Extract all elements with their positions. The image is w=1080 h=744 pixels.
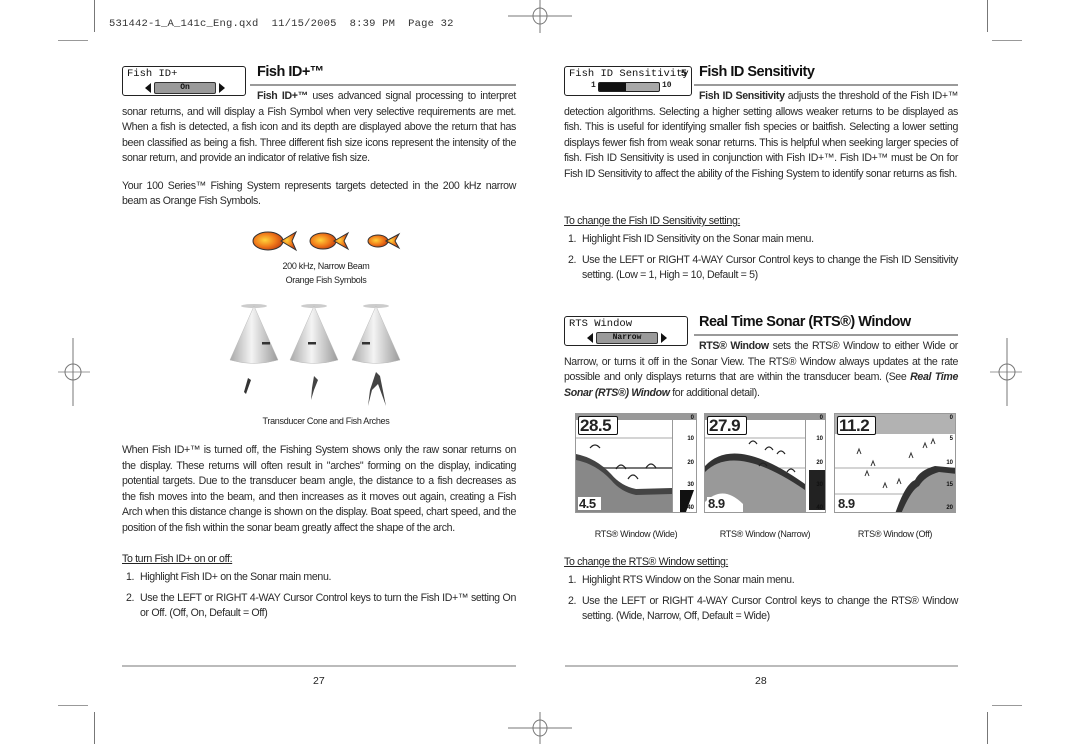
scale-tick: 0 xyxy=(819,415,823,421)
sonar-screen-off: 11.2 8.9 0 5 10 15 20 xyxy=(834,413,956,513)
procedure-title: To turn Fish ID+ on or off: xyxy=(122,553,233,565)
procedure-title: To change the RTS® Window setting: xyxy=(564,556,729,568)
speed-readout: 8.9 xyxy=(707,497,730,510)
transducer-cone-diagram xyxy=(229,304,401,406)
procedure-fish-id: To turn Fish ID+ on or off: 1. Highlight … xyxy=(122,553,516,621)
registration-mark-bottom xyxy=(508,712,572,744)
speed-readout: 4.5 xyxy=(578,497,601,510)
procedure-rts: To change the RTS® Window setting: 1. Hig… xyxy=(564,556,958,624)
heading-rule xyxy=(694,84,958,86)
fish-symbols-caption: 200 kHz, Narrow Beam Orange Fish Symbols xyxy=(282,261,370,285)
step-item: 1. Highlight Fish ID Sensitivity on the S… xyxy=(568,233,814,245)
fish-arch-paragraph: When Fish ID+™ is turned off, the Fishin… xyxy=(122,444,516,534)
menu-title: Fish ID Sensitivity xyxy=(569,68,689,80)
registration-mark-left xyxy=(58,338,90,406)
scale-tick: 30 xyxy=(687,482,694,488)
footer-rule xyxy=(565,665,958,667)
crop-mark xyxy=(987,0,988,32)
cone-caption: Transducer Cone and Fish Arches xyxy=(262,416,390,426)
slug-time: 8:39 PM xyxy=(349,18,396,30)
cone-2 xyxy=(289,304,339,400)
sonar-caption: RTS® Window (Off) xyxy=(857,529,933,539)
rts-intro: RTS® Window sets the RTS® Window to eith… xyxy=(564,340,958,399)
sonar-screen-narrow: 27.9 8.9 0 10 20 30 40 xyxy=(704,413,826,513)
sonar-caption: RTS® Window (Wide) xyxy=(594,529,678,539)
slug-filename: 531442-1_A_141c_Eng.qxd xyxy=(109,18,259,30)
scale-tick: 0 xyxy=(690,415,694,421)
scale-tick: 20 xyxy=(816,460,823,466)
depth-readout: 11.2 xyxy=(837,416,877,435)
crop-mark xyxy=(58,705,88,706)
crop-mark xyxy=(94,0,95,32)
cone-1 xyxy=(229,304,279,394)
menu-title: Fish ID+ xyxy=(127,68,178,80)
depth-readout: 28.5 xyxy=(578,416,619,435)
registration-mark-top xyxy=(508,0,572,33)
depth-readout: 27.9 xyxy=(707,416,748,435)
scale-tick: 0 xyxy=(949,415,953,421)
scale-tick: 40 xyxy=(687,505,694,511)
section-heading-fish-id: Fish ID+™ xyxy=(257,64,324,80)
page-number: 28 xyxy=(755,675,767,687)
fish-icon-medium xyxy=(309,231,350,251)
menu-value: 5 xyxy=(680,68,687,80)
scale-tick: 20 xyxy=(687,460,694,466)
intro-bold: Fish ID+™ xyxy=(257,90,308,102)
sensitivity-intro: Fish ID Sensitivity adjusts the threshol… xyxy=(564,90,958,180)
menu-title: RTS Window xyxy=(569,318,633,330)
intro-text: uses advanced signal processing to inter… xyxy=(122,90,516,164)
page-number: 27 xyxy=(313,675,325,687)
scale-tick: 15 xyxy=(946,482,953,488)
registration-mark-right xyxy=(990,338,1022,406)
sonar-caption: RTS® Window (Narrow) xyxy=(719,529,811,539)
procedure-sensitivity: To change the Fish ID Sensitivity settin… xyxy=(564,215,958,283)
scale-tick: 5 xyxy=(949,436,953,442)
procedure-title: To change the Fish ID Sensitivity settin… xyxy=(564,215,741,227)
fish-id-intro: Fish ID+™ uses advanced signal processin… xyxy=(122,89,516,210)
footer-rule xyxy=(122,665,516,667)
scale-tick: 20 xyxy=(946,505,953,511)
step-item: 2. Use the LEFT or RIGHT 4-WAY Cursor Con… xyxy=(568,254,958,281)
fish-icon-large xyxy=(252,230,298,252)
step-item: 1. Highlight RTS Window on the Sonar main… xyxy=(568,574,795,586)
step-item: 2. Use the LEFT or RIGHT 4-WAY Cursor Con… xyxy=(126,592,516,619)
crop-mark xyxy=(987,712,988,744)
scale-tick: 40 xyxy=(816,505,823,511)
scale-tick: 10 xyxy=(946,460,953,466)
scale-tick: 10 xyxy=(687,436,694,442)
crop-mark xyxy=(992,40,1022,41)
cone-3 xyxy=(351,304,401,406)
crop-mark xyxy=(58,40,88,41)
speed-readout: 8.9 xyxy=(837,497,860,510)
step-item: 2. Use the LEFT or RIGHT 4-WAY Cursor Con… xyxy=(568,595,958,622)
slug-date: 11/15/2005 xyxy=(271,18,337,30)
section-heading-sensitivity: Fish ID Sensitivity xyxy=(699,64,815,80)
file-slug: 531442-1_A_141c_Eng.qxd 11/15/2005 8:39 … xyxy=(96,6,454,30)
paragraph-orange-fish: Your 100 Series™ Fishing System represen… xyxy=(122,179,516,208)
sonar-screen-wide: 28.5 4.5 0 10 20 30 40 xyxy=(575,413,697,513)
slug-page: Page 32 xyxy=(408,18,454,30)
scale-tick: 10 xyxy=(816,436,823,442)
heading-rule xyxy=(250,84,516,86)
fish-icon-small xyxy=(367,232,401,250)
heading-rule xyxy=(694,334,958,336)
step-item: 1. Highlight Fish ID+ on the Sonar main m… xyxy=(126,571,332,583)
crop-mark xyxy=(992,705,1022,706)
crop-mark xyxy=(94,712,95,744)
orange-fish-symbols xyxy=(252,230,401,252)
section-heading-rts: Real Time Sonar (RTS®) Window xyxy=(699,314,911,330)
scale-tick: 30 xyxy=(816,482,823,488)
